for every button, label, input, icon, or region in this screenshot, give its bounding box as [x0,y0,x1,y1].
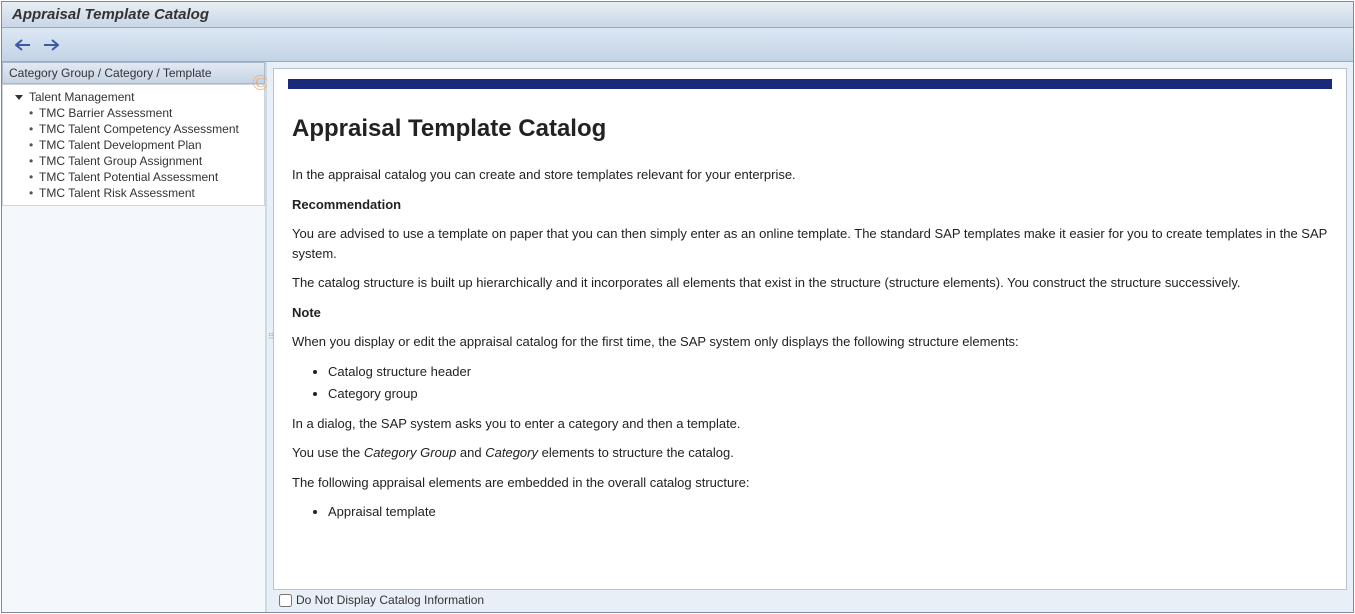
tree-item[interactable]: TMC Talent Potential Assessment [7,169,260,185]
window-title: Appraisal Template Catalog [12,6,209,23]
body: Category Group / Category / Template Tal… [2,62,1353,612]
note-label: Note [292,305,321,320]
forward-button[interactable] [42,37,60,53]
tree-item[interactable]: TMC Talent Competency Assessment [7,121,260,137]
em-category: Category [485,445,538,460]
tree-item-label: TMC Talent Potential Assessment [39,170,218,184]
tree-item[interactable]: TMC Talent Development Plan [7,137,260,153]
footer-row: Do Not Display Catalog Information [273,590,1347,610]
em-category-group: Category Group [364,445,457,460]
tree-item-label: TMC Talent Risk Assessment [39,186,195,200]
note-intro: When you display or edit the appraisal c… [292,332,1328,352]
recommendation-label: Recommendation [292,197,401,212]
back-button[interactable] [14,37,32,53]
toolbar: © www.tutorialkart.com [2,28,1353,62]
content-container: Appraisal Template Catalog In the apprai… [273,68,1347,590]
embedded-list: Appraisal template [328,502,1328,522]
list-item: Category group [328,384,1328,404]
embedded-text: The following appraisal elements are emb… [292,473,1328,493]
tree-item[interactable]: TMC Barrier Assessment [7,105,260,121]
do-not-display-label: Do Not Display Catalog Information [296,593,484,607]
text-span: elements to structure the catalog. [538,445,734,460]
usage-text: You use the Category Group and Category … [292,443,1328,463]
content-heading: Appraisal Template Catalog [292,111,1328,147]
splitter-grip-icon: ⠿ [268,335,272,339]
tree-item-label: TMC Talent Competency Assessment [39,122,239,136]
dialog-text: In a dialog, the SAP system asks you to … [292,414,1328,434]
text-span: and [456,445,485,460]
tree-item[interactable]: TMC Talent Group Assignment [7,153,260,169]
tree-item-label: TMC Barrier Assessment [39,106,172,120]
note-list: Catalog structure header Category group [328,362,1328,404]
app-window: Appraisal Template Catalog © www.tutoria… [1,1,1354,613]
do-not-display-checkbox[interactable] [279,594,292,607]
sidebar: Category Group / Category / Template Tal… [2,62,267,612]
content-accent-bar [288,79,1332,89]
tree-item-label: TMC Talent Group Assignment [39,154,202,168]
tree: Talent Management TMC Barrier Assessment… [2,84,265,206]
arrow-right-icon [43,39,59,51]
title-bar: Appraisal Template Catalog [2,2,1353,28]
tree-item-label: TMC Talent Development Plan [39,138,202,152]
content-intro: In the appraisal catalog you can create … [292,165,1328,185]
text-span: You use the [292,445,364,460]
document: Appraisal Template Catalog In the apprai… [274,89,1346,548]
tree-root-label: Talent Management [29,90,134,104]
list-item: Appraisal template [328,502,1328,522]
main-panel: Appraisal Template Catalog In the apprai… [273,62,1353,612]
tree-root[interactable]: Talent Management [7,89,260,105]
structure-text: The catalog structure is built up hierar… [292,273,1328,293]
tree-item[interactable]: TMC Talent Risk Assessment [7,185,260,201]
arrow-left-icon [15,39,31,51]
list-item: Catalog structure header [328,362,1328,382]
caret-down-icon [15,95,23,100]
content-scroll[interactable]: Appraisal Template Catalog In the apprai… [274,69,1346,589]
sidebar-header: Category Group / Category / Template [2,62,265,84]
recommendation-text: You are advised to use a template on pap… [292,224,1328,263]
